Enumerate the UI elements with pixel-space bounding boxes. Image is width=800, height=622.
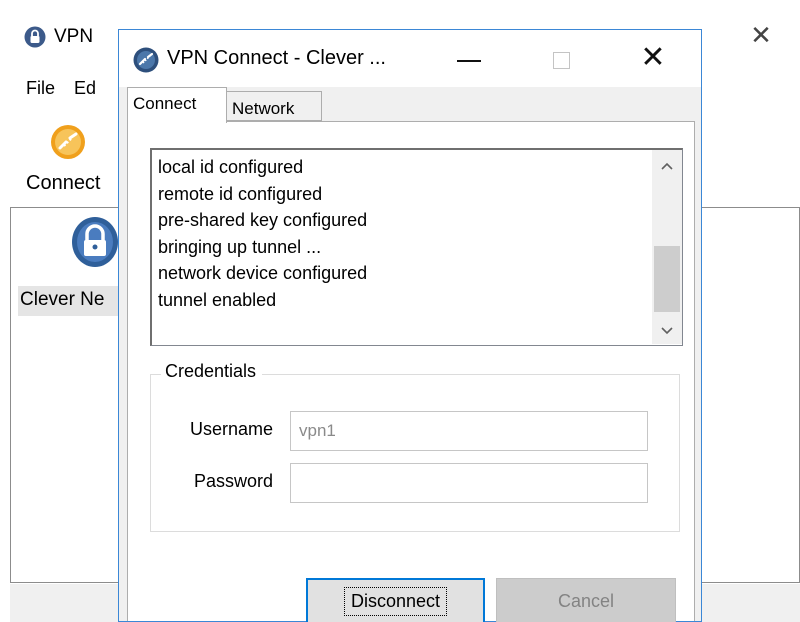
main-window-title: VPN bbox=[54, 26, 94, 47]
log-line: tunnel enabled bbox=[158, 289, 277, 310]
menu-edit[interactable]: Ed bbox=[74, 78, 96, 99]
log-line: bringing up tunnel ... bbox=[158, 236, 322, 257]
dialog-minimize-button[interactable] bbox=[457, 50, 481, 70]
log-line: pre-shared key configured bbox=[158, 210, 368, 230]
scroll-thumb[interactable] bbox=[654, 246, 680, 312]
dialog-connect-icon bbox=[133, 47, 159, 73]
password-label: Password bbox=[193, 471, 273, 491]
disconnect-button[interactable]: Disconnect bbox=[306, 578, 485, 622]
connect-icon bbox=[51, 125, 85, 159]
dialog-titlebar[interactable]: VPN Connect - Clever ... ✕ bbox=[119, 30, 701, 87]
cancel-button[interactable]: Cancel bbox=[496, 578, 676, 622]
status-log[interactable]: local id configured remote id configured… bbox=[150, 148, 683, 346]
app-lock-icon bbox=[24, 26, 46, 48]
log-line: remote id configured bbox=[158, 183, 323, 204]
credentials-legend: Credentials bbox=[161, 361, 263, 382]
tab-strip: Connect Network bbox=[127, 87, 697, 123]
connect-tab-panel: local id configured remote id configured… bbox=[127, 121, 695, 622]
disconnect-button-label: Disconnect bbox=[343, 586, 448, 616]
status-log-lines: local id configured remote id configured… bbox=[158, 154, 638, 313]
scroll-down-arrow-icon[interactable] bbox=[652, 316, 682, 344]
vpn-connect-dialog: VPN Connect - Clever ... ✕ Connect Netwo… bbox=[118, 29, 702, 622]
menu-file[interactable]: File bbox=[26, 78, 55, 99]
site-list-item-label[interactable]: Clever Ne bbox=[18, 286, 128, 316]
dialog-close-button[interactable]: ✕ bbox=[637, 42, 669, 74]
dialog-maximize-button[interactable] bbox=[553, 52, 570, 69]
password-field[interactable] bbox=[290, 463, 648, 503]
dialog-body: Connect Network local id configured remo… bbox=[119, 87, 701, 622]
log-line: network device configured bbox=[158, 263, 368, 283]
main-close-button[interactable]: ✕ bbox=[748, 22, 774, 48]
tab-connect[interactable]: Connect bbox=[127, 87, 227, 123]
username-label: Username bbox=[189, 419, 273, 439]
credentials-group: Credentials Username Password bbox=[150, 361, 680, 532]
username-field[interactable] bbox=[290, 411, 648, 451]
scroll-up-arrow-icon[interactable] bbox=[652, 150, 682, 178]
dialog-title: VPN Connect - Clever ... bbox=[167, 47, 386, 69]
toolbar-connect-label: Connect bbox=[26, 172, 101, 194]
log-line: local id configured bbox=[158, 157, 304, 177]
log-scrollbar[interactable] bbox=[652, 150, 682, 344]
lock-site-icon bbox=[72, 217, 118, 267]
tab-network[interactable]: Network bbox=[226, 91, 322, 121]
